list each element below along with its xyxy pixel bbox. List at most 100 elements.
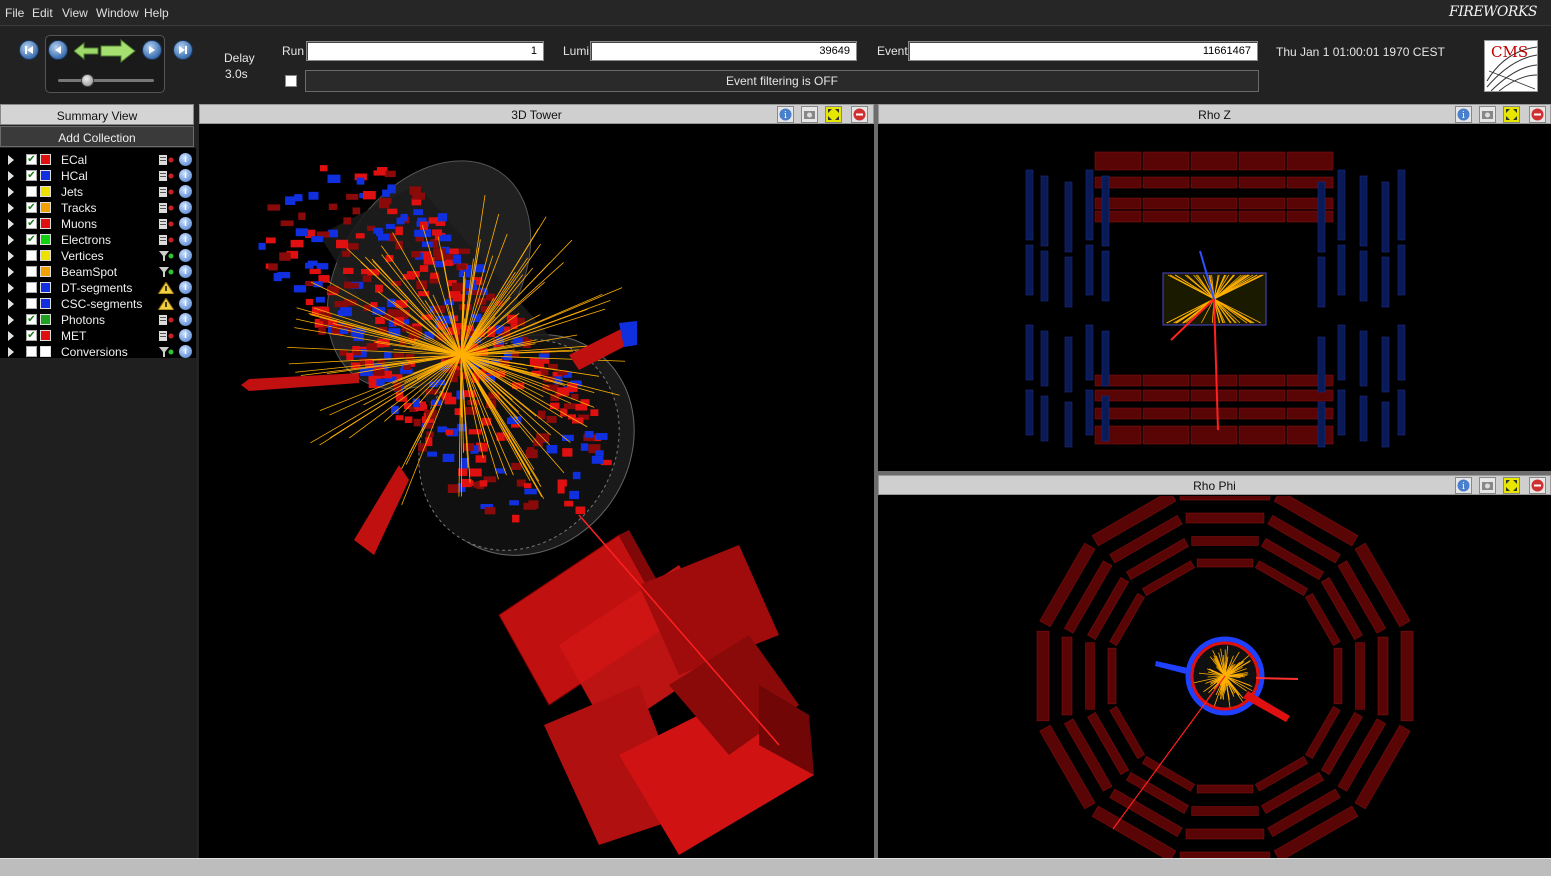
info-icon[interactable]: i	[179, 297, 192, 310]
color-swatch[interactable]	[40, 234, 51, 245]
info-button[interactable]: i	[1455, 477, 1472, 494]
collection-row-csc-segments[interactable]: CSC-segments i	[0, 296, 196, 312]
tower-3d-canvas[interactable]	[199, 125, 874, 858]
filter-icon[interactable]	[158, 186, 174, 198]
close-view-button[interactable]	[1529, 106, 1546, 123]
filter-icon[interactable]	[158, 314, 174, 326]
maximize-button[interactable]	[825, 106, 842, 123]
warning-icon[interactable]	[158, 282, 174, 294]
visibility-checkbox[interactable]: ✔	[26, 218, 37, 229]
collection-row-muons[interactable]: ✔ Muons i	[0, 216, 196, 232]
event-field[interactable]: 11661467	[908, 41, 1258, 61]
collection-row-photons[interactable]: ✔ Photons i	[0, 312, 196, 328]
info-icon[interactable]: i	[179, 313, 192, 326]
collection-row-vertices[interactable]: Vertices i	[0, 248, 196, 264]
expand-arrow-icon[interactable]	[8, 283, 14, 293]
visibility-checkbox[interactable]: ✔	[26, 330, 37, 341]
menu-edit[interactable]: Edit	[32, 6, 53, 20]
play-backward-icon[interactable]	[74, 42, 100, 60]
last-event-button[interactable]	[173, 40, 193, 60]
visibility-checkbox[interactable]	[26, 298, 37, 309]
visibility-checkbox[interactable]	[26, 186, 37, 197]
collection-row-electrons[interactable]: ✔ Electrons i	[0, 232, 196, 248]
warning-icon[interactable]	[158, 298, 174, 310]
collection-row-beamspot[interactable]: BeamSpot i	[0, 264, 196, 280]
delay-slider-knob[interactable]	[81, 74, 94, 87]
funnel-icon[interactable]	[158, 250, 174, 262]
visibility-checkbox[interactable]	[26, 250, 37, 261]
menu-help[interactable]: Help	[144, 6, 169, 20]
info-icon[interactable]: i	[179, 169, 192, 182]
tab-summary-view[interactable]: Summary View	[0, 104, 194, 125]
filter-icon[interactable]	[158, 202, 174, 214]
visibility-checkbox[interactable]: ✔	[26, 170, 37, 181]
expand-arrow-icon[interactable]	[8, 267, 14, 277]
info-icon[interactable]: i	[179, 233, 192, 246]
collection-row-tracks[interactable]: ✔ Tracks i	[0, 200, 196, 216]
expand-arrow-icon[interactable]	[8, 331, 14, 341]
color-swatch[interactable]	[40, 250, 51, 261]
color-swatch[interactable]	[40, 266, 51, 277]
color-swatch[interactable]	[40, 218, 51, 229]
maximize-button[interactable]	[1503, 477, 1520, 494]
screenshot-button[interactable]	[1479, 106, 1496, 123]
rho-z-canvas[interactable]	[878, 125, 1551, 471]
info-button[interactable]: i	[777, 106, 794, 123]
collection-row-jets[interactable]: Jets i	[0, 184, 196, 200]
close-view-button[interactable]	[1529, 477, 1546, 494]
visibility-checkbox[interactable]	[26, 346, 37, 357]
color-swatch[interactable]	[40, 298, 51, 309]
info-icon[interactable]: i	[179, 185, 192, 198]
expand-arrow-icon[interactable]	[8, 219, 14, 229]
info-icon[interactable]: i	[179, 249, 192, 262]
lumi-field[interactable]: 39649	[590, 41, 857, 61]
maximize-button[interactable]	[1503, 106, 1520, 123]
view-title-3d-tower[interactable]: 3D Tower	[199, 104, 874, 124]
color-swatch[interactable]	[40, 330, 51, 341]
screenshot-button[interactable]	[1479, 477, 1496, 494]
color-swatch[interactable]	[40, 282, 51, 293]
collection-row-dt-segments[interactable]: DT-segments i	[0, 280, 196, 296]
info-icon[interactable]: i	[179, 153, 192, 166]
color-swatch[interactable]	[40, 170, 51, 181]
screenshot-button[interactable]	[801, 106, 818, 123]
previous-event-button[interactable]	[48, 40, 68, 60]
expand-arrow-icon[interactable]	[8, 187, 14, 197]
funnel-icon[interactable]	[158, 266, 174, 278]
color-swatch[interactable]	[40, 202, 51, 213]
info-icon[interactable]: i	[179, 329, 192, 342]
filter-icon[interactable]	[158, 154, 174, 166]
next-event-button[interactable]	[142, 40, 162, 60]
visibility-checkbox[interactable]: ✔	[26, 154, 37, 165]
delay-slider-track[interactable]	[58, 79, 154, 82]
color-swatch[interactable]	[40, 314, 51, 325]
filter-icon[interactable]	[158, 170, 174, 182]
visibility-checkbox[interactable]: ✔	[26, 234, 37, 245]
first-event-button[interactable]	[19, 40, 39, 60]
visibility-checkbox[interactable]: ✔	[26, 202, 37, 213]
funnel-icon[interactable]	[158, 346, 174, 358]
play-forward-icon[interactable]	[100, 39, 136, 63]
filter-icon[interactable]	[158, 234, 174, 246]
collection-row-met[interactable]: ✔ MET i	[0, 328, 196, 344]
menu-file[interactable]: File	[5, 6, 24, 20]
visibility-checkbox[interactable]	[26, 282, 37, 293]
info-button[interactable]: i	[1455, 106, 1472, 123]
visibility-checkbox[interactable]	[26, 266, 37, 277]
filter-icon[interactable]	[158, 218, 174, 230]
view-title-rho-z[interactable]: Rho Z	[878, 104, 1551, 124]
color-swatch[interactable]	[40, 186, 51, 197]
expand-arrow-icon[interactable]	[8, 171, 14, 181]
color-swatch[interactable]	[40, 154, 51, 165]
run-field[interactable]: 1	[306, 41, 544, 61]
info-icon[interactable]: i	[179, 201, 192, 214]
expand-arrow-icon[interactable]	[8, 315, 14, 325]
expand-arrow-icon[interactable]	[8, 235, 14, 245]
collection-row-ecal[interactable]: ✔ ECal i	[0, 152, 196, 168]
add-collection-button[interactable]: Add Collection	[0, 126, 194, 147]
expand-arrow-icon[interactable]	[8, 155, 14, 165]
expand-arrow-icon[interactable]	[8, 203, 14, 213]
expand-arrow-icon[interactable]	[8, 299, 14, 309]
info-icon[interactable]: i	[179, 217, 192, 230]
expand-arrow-icon[interactable]	[8, 347, 14, 357]
